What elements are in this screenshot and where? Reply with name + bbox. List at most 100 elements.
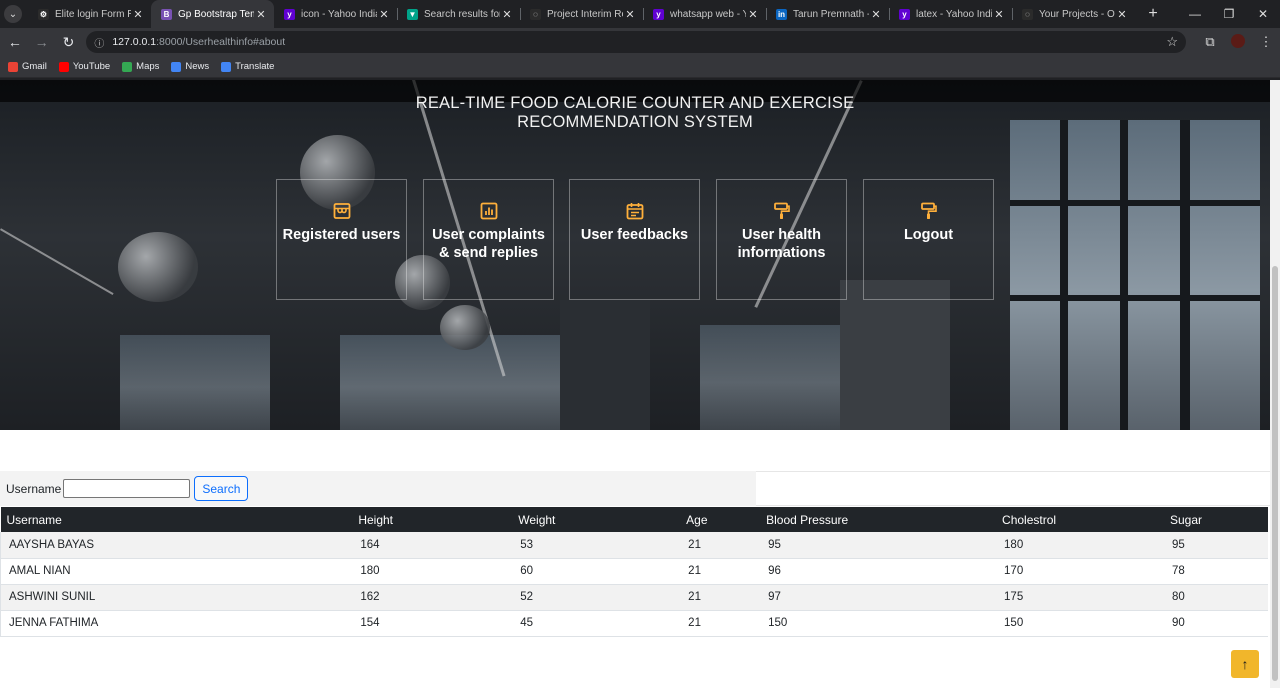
tab-search-chevron-icon[interactable]: ⌄ [4, 5, 22, 23]
bookmark-label: Gmail [22, 61, 47, 72]
address-bar[interactable]: ⓘ 127.0.0.1:8000/Userhealthinfo#about ☆ [86, 31, 1187, 53]
tab-favicon-icon: ⚙ [38, 8, 49, 20]
browser-toolbar: ← → ↻ ⓘ 127.0.0.1:8000/Userhealthinfo#ab… [0, 28, 1280, 56]
back-arrow-icon[interactable]: ← [3, 34, 27, 50]
tab-title: Gp Bootstrap Templat [178, 8, 254, 20]
site-info-icon[interactable]: ⓘ [94, 35, 104, 50]
reload-icon[interactable]: ↻ [57, 34, 81, 51]
browser-tab[interactable]: ⚙ Elite login Form Resp✕ [28, 0, 151, 28]
paint-roller-icon [773, 202, 790, 219]
column-header: Sugar [1163, 507, 1268, 532]
browser-tab[interactable]: y latex - Yahoo India Se✕ [889, 0, 1012, 28]
table-cell: 97 [760, 584, 997, 611]
table-cell: 45 [512, 610, 681, 637]
tab-favicon-icon: in [776, 8, 787, 20]
table-cell: 150 [760, 610, 997, 637]
window-transom [1010, 295, 1260, 301]
table-cell: 154 [352, 610, 513, 637]
search-button[interactable]: Search [194, 476, 249, 501]
browser-tab[interactable]: ◌ Your Projects - Overle✕ [1012, 0, 1135, 28]
close-window-icon[interactable]: ✕ [1246, 0, 1280, 28]
bookmark-item[interactable]: Gmail [8, 61, 47, 72]
table-body: AAYSHA BAYAS 164 53 21 95 180 95 AMAL NIAN 180 60… [0, 532, 1268, 637]
window-mullion [1180, 120, 1190, 430]
tab-title: Search results for Cal [424, 8, 500, 20]
column-header: Weight [512, 507, 681, 532]
table-cell: JENNA FATHIMA [0, 610, 353, 637]
browser-tab[interactable]: ▼ Search results for Cal✕ [397, 0, 520, 28]
bookmark-favicon-icon [8, 61, 18, 72]
user-health-table: Username Height Weight Age Blood Pressure Cho… [0, 507, 1268, 637]
table-cell: 180 [352, 558, 513, 585]
tab-close-icon[interactable]: ✕ [869, 8, 883, 21]
column-header: Blood Pressure [760, 507, 997, 532]
table-row: AMAL NIAN 180 60 21 96 170 78 [0, 558, 1268, 585]
card-user-complaints[interactable]: User complaints & send replies [423, 179, 554, 300]
hero-section: REAL-TIME FOOD CALORIE COUNTER AND EXERC… [0, 80, 1270, 430]
url-host: 127.0.0.1 [112, 36, 157, 48]
bookmark-item[interactable]: News [171, 61, 209, 72]
browser-tab[interactable]: B Gp Bootstrap Templat✕ [151, 0, 274, 28]
tab-favicon-icon: ▼ [407, 8, 418, 20]
card-logout[interactable]: Logout [863, 179, 994, 300]
bookmark-item[interactable]: Maps [122, 61, 159, 72]
browser-tab[interactable]: in Tarun Premnath - Ch✕ [766, 0, 889, 28]
restore-icon[interactable]: ❐ [1212, 0, 1246, 28]
browser-tab[interactable]: ◌ Project Interim Repor✕ [520, 0, 643, 28]
bookmark-item[interactable]: YouTube [58, 61, 111, 72]
window-glass [1010, 120, 1260, 430]
tab-close-icon[interactable]: ✕ [746, 8, 760, 21]
scrollbar-thumb[interactable] [1272, 266, 1278, 681]
bookmark-label: YouTube [72, 61, 111, 72]
table-cell: 170 [996, 558, 1164, 585]
tab-close-icon[interactable]: ✕ [500, 8, 514, 21]
table-header-row: Username Height Weight Age Blood Pressure Cho… [0, 507, 1268, 532]
tab-strip: ⌄ ⚙Elite login Form Resp✕BGp Bootstrap T… [0, 0, 1280, 28]
tab-close-icon[interactable]: ✕ [254, 8, 268, 21]
table-cell: 150 [996, 610, 1164, 637]
card-label: User feedbacks [580, 227, 689, 243]
table-row: AAYSHA BAYAS 164 53 21 95 180 95 [0, 532, 1268, 559]
tab-favicon-icon: ◌ [1022, 8, 1033, 20]
tab-favicon-icon: ◌ [530, 8, 541, 20]
extensions-icon[interactable]: ⧉ [1196, 34, 1224, 50]
card-user-health-info[interactable]: User health informations [716, 179, 847, 300]
forward-arrow-icon[interactable]: → [30, 34, 54, 50]
username-search-input[interactable] [63, 479, 191, 498]
bookmark-star-icon[interactable]: ☆ [1166, 34, 1178, 50]
tab-close-icon[interactable]: ✕ [992, 8, 1006, 21]
bookmark-item[interactable]: Translate [221, 61, 274, 72]
table-cell: 52 [512, 584, 681, 611]
store-icon [333, 203, 350, 219]
table-cell: 95 [760, 532, 997, 559]
new-tab-plus-icon[interactable]: + [1141, 5, 1165, 23]
browser-tab[interactable]: y whatsapp web - Yaho✕ [643, 0, 766, 28]
bookmark-favicon-icon [122, 61, 133, 72]
table-cell: 90 [1163, 610, 1268, 637]
tab-close-icon[interactable]: ✕ [131, 8, 145, 21]
table-cell: 96 [760, 558, 997, 585]
hero-title-line: REAL-TIME FOOD CALORIE COUNTER AND EXERC… [415, 94, 855, 112]
table-cell: 164 [352, 532, 513, 559]
minimize-icon[interactable]: — [1178, 0, 1212, 28]
table-cell: 80 [1163, 584, 1268, 611]
card-registered-users[interactable]: Registered users [276, 179, 407, 300]
tab-close-icon[interactable]: ✕ [377, 8, 391, 21]
table-cell: 180 [996, 532, 1164, 559]
window-glass [120, 335, 270, 430]
table-cell: 21 [680, 610, 761, 637]
menu-kebab-icon[interactable]: ⋮ [1252, 34, 1280, 50]
tab-title: latex - Yahoo India Se [916, 8, 992, 20]
browser-tab[interactable]: y icon - Yahoo India Se✕ [274, 0, 397, 28]
bookmark-favicon-icon [221, 61, 232, 72]
search-row-filler [756, 471, 1270, 506]
back-to-top-button[interactable]: ↑ [1231, 650, 1259, 678]
page-scrollbar[interactable] [1270, 80, 1280, 688]
card-user-feedbacks[interactable]: User feedbacks [569, 179, 700, 300]
table-cell: 21 [680, 532, 761, 559]
tab-close-icon[interactable]: ✕ [1115, 8, 1129, 21]
profile-avatar[interactable] [1224, 33, 1252, 51]
bookmark-favicon-icon [58, 61, 69, 72]
tab-title: whatsapp web - Yaho [670, 8, 746, 20]
tab-close-icon[interactable]: ✕ [623, 8, 637, 21]
